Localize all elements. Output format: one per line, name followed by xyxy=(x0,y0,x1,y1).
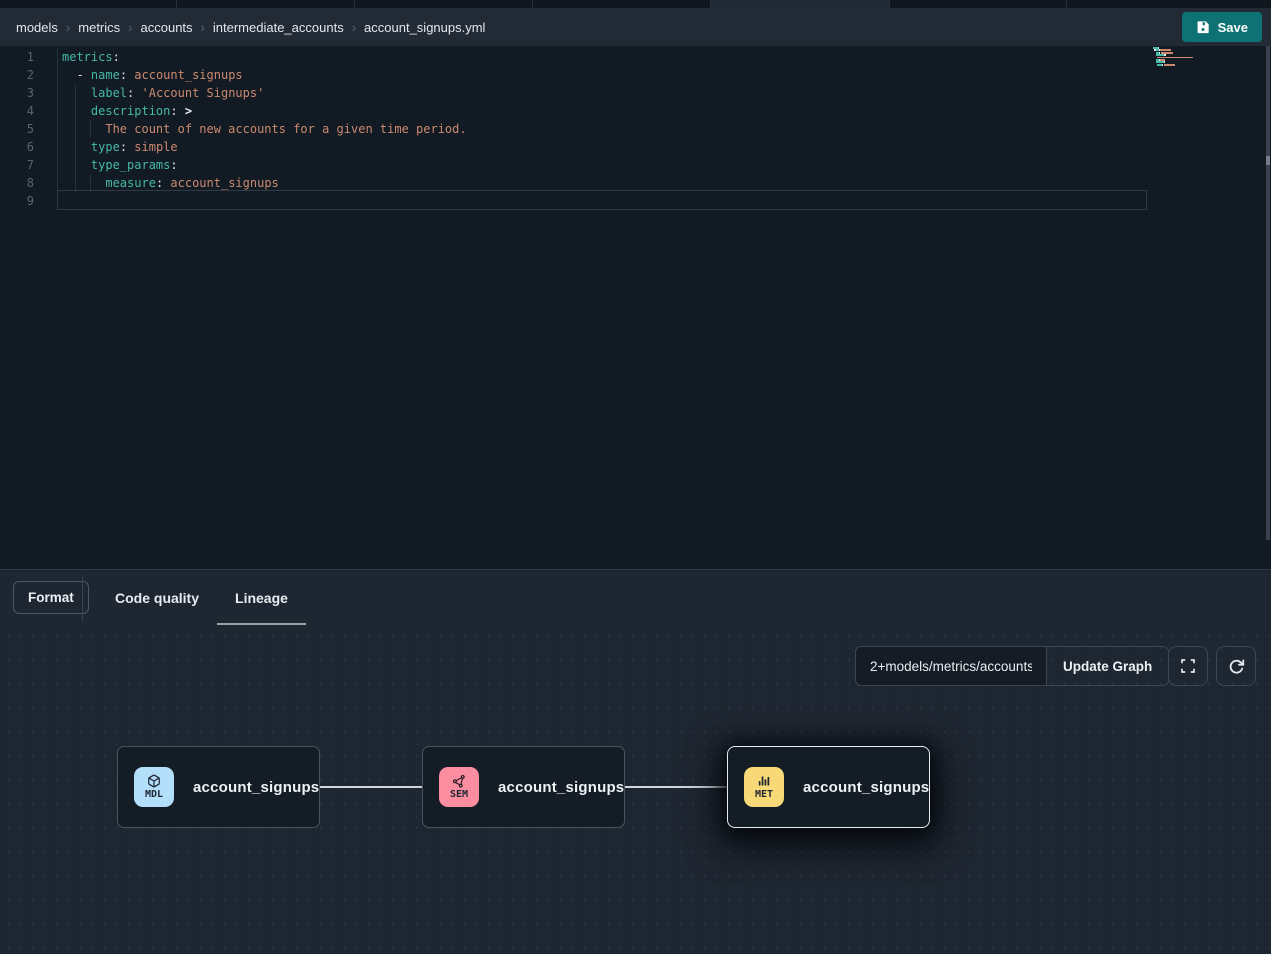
semantic-model-badge: SEM xyxy=(439,767,479,807)
breadcrumb-item[interactable]: metrics xyxy=(78,20,120,35)
top-tab-active[interactable] xyxy=(711,0,890,8)
lineage-edge xyxy=(625,786,727,788)
cube-icon xyxy=(147,774,161,788)
top-tab[interactable] xyxy=(890,0,1067,8)
line-number: 6 xyxy=(0,138,34,156)
minimap[interactable] xyxy=(1153,47,1215,69)
line-number: 8 xyxy=(0,174,34,192)
save-button[interactable]: Save xyxy=(1182,12,1262,42)
lineage-canvas[interactable]: Update Graph xyxy=(0,626,1271,954)
code-line-content xyxy=(34,192,62,210)
code-editor[interactable]: 1metrics:2 - name: account_signups3 labe… xyxy=(0,46,1271,569)
panel-tabs: Code quality Lineage xyxy=(97,570,306,625)
code-line-content: description: > xyxy=(34,102,192,120)
metric-badge: MET xyxy=(744,767,784,807)
chevron-separator-icon: › xyxy=(201,20,205,35)
code-line[interactable]: 8 measure: account_signups xyxy=(0,174,1271,192)
code-line-content: type_params: xyxy=(34,156,178,174)
line-number: 7 xyxy=(0,156,34,174)
bar-chart-icon xyxy=(757,774,771,788)
code-line-content: type: simple xyxy=(34,138,178,156)
save-floppy-icon xyxy=(1196,20,1210,34)
line-number: 3 xyxy=(0,84,34,102)
lineage-node-model[interactable]: MDL account_signups xyxy=(117,746,320,828)
node-label: account_signups xyxy=(193,779,319,796)
code-line[interactable]: 9 xyxy=(0,192,1271,210)
lineage-edge xyxy=(320,786,422,788)
bottom-panel: Format Code quality Lineage Update Graph xyxy=(0,569,1271,954)
breadcrumb-item[interactable]: accounts xyxy=(141,20,193,35)
line-number: 9 xyxy=(0,192,34,210)
top-tab[interactable] xyxy=(1067,0,1271,8)
top-tab[interactable] xyxy=(177,0,355,8)
code-line[interactable]: 4 description: > xyxy=(0,102,1271,120)
tab-code-quality[interactable]: Code quality xyxy=(97,570,217,625)
breadcrumb-bar: models › metrics › accounts › intermediate_acc… xyxy=(0,8,1271,46)
code-line-content: - name: account_signups xyxy=(34,66,243,84)
node-label: account_signups xyxy=(498,779,624,796)
update-graph-button[interactable]: Update Graph xyxy=(1046,646,1169,686)
breadcrumb: models › metrics › accounts › intermediate_acc… xyxy=(16,20,485,35)
lineage-node-metric[interactable]: MET account_signups xyxy=(727,746,930,828)
refresh-button[interactable] xyxy=(1216,646,1256,686)
code-line-content: label: 'Account Signups' xyxy=(34,84,264,102)
refresh-icon xyxy=(1228,658,1245,675)
fullscreen-icon xyxy=(1180,658,1196,674)
top-tab[interactable] xyxy=(533,0,711,8)
code-line[interactable]: 6 type: simple xyxy=(0,138,1271,156)
code-line[interactable]: 1metrics: xyxy=(0,48,1271,66)
code-line[interactable]: 5 The count of new accounts for a given … xyxy=(0,120,1271,138)
chevron-separator-icon: › xyxy=(66,20,70,35)
code-line-content: metrics: xyxy=(34,48,120,66)
breadcrumb-item[interactable]: account_signups.yml xyxy=(364,20,485,35)
model-badge-label: MDL xyxy=(145,789,163,800)
top-tab-strip xyxy=(0,0,1271,8)
breadcrumb-item[interactable]: models xyxy=(16,20,58,35)
top-tab[interactable] xyxy=(355,0,533,8)
triangle-network-icon xyxy=(452,774,466,788)
lineage-selector-group: Update Graph xyxy=(855,646,1169,686)
editor-scrollbar[interactable] xyxy=(1266,46,1270,540)
model-badge: MDL xyxy=(134,767,174,807)
top-tab[interactable] xyxy=(0,0,177,8)
tab-lineage[interactable]: Lineage xyxy=(217,570,306,625)
lineage-node-semantic-model[interactable]: SEM account_signups xyxy=(422,746,625,828)
format-button[interactable]: Format xyxy=(13,581,89,614)
chevron-separator-icon: › xyxy=(352,20,356,35)
scrollbar-cursor-mark xyxy=(1266,156,1270,165)
save-button-label: Save xyxy=(1218,20,1248,35)
semantic-model-badge-label: SEM xyxy=(450,789,468,800)
minimap-line xyxy=(1153,66,1215,68)
line-number: 1 xyxy=(0,48,34,66)
chevron-separator-icon: › xyxy=(128,20,132,35)
code-line[interactable]: 3 label: 'Account Signups' xyxy=(0,84,1271,102)
line-number: 2 xyxy=(0,66,34,84)
line-number: 4 xyxy=(0,102,34,120)
code-lines[interactable]: 1metrics:2 - name: account_signups3 labe… xyxy=(0,48,1271,210)
tab-divider xyxy=(82,575,83,621)
node-label: account_signups xyxy=(803,779,929,796)
code-line[interactable]: 2 - name: account_signups xyxy=(0,66,1271,84)
line-number: 5 xyxy=(0,120,34,138)
fullscreen-button[interactable] xyxy=(1168,646,1208,686)
breadcrumb-item[interactable]: intermediate_accounts xyxy=(213,20,344,35)
code-line-content: measure: account_signups xyxy=(34,174,279,192)
code-line[interactable]: 7 type_params: xyxy=(0,156,1271,174)
metric-badge-label: MET xyxy=(755,789,773,800)
code-line-content: The count of new accounts for a given ti… xyxy=(34,120,467,138)
lineage-selector-input[interactable] xyxy=(855,646,1047,686)
